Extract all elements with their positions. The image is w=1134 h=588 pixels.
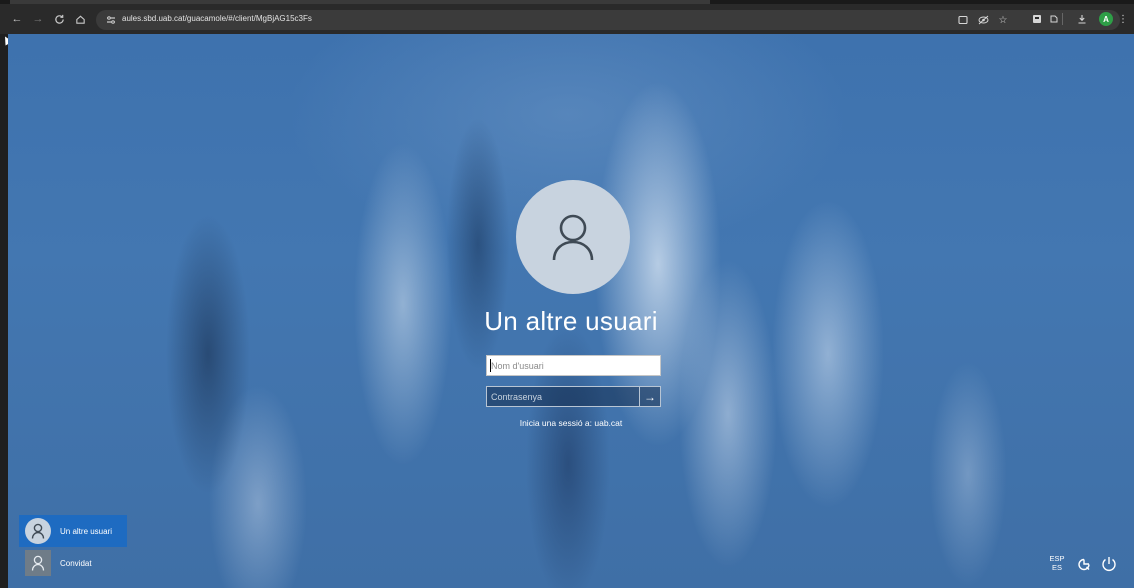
toolbar-divider [1062,13,1063,25]
sidebar-icon[interactable] [1047,12,1061,26]
active-tab[interactable] [10,0,710,4]
tune-icon[interactable] [104,13,118,27]
user-icon [25,518,51,544]
kebab-menu-icon[interactable]: ⋮ [1118,12,1128,26]
eye-off-icon[interactable] [976,13,990,27]
arrow-right-icon: → [644,389,656,404]
forward-icon[interactable]: → [31,12,45,26]
browser-toolbar: ← → aules.sbd.uab.cat/guacamole/#/client… [0,0,1134,34]
power-icon[interactable] [1099,554,1119,574]
guest-icon [25,550,51,576]
user-silhouette-icon [552,214,594,261]
star-icon[interactable]: ☆ [996,13,1010,27]
profile-avatar[interactable]: A [1099,12,1113,26]
submit-button[interactable]: → [640,386,661,407]
login-title: Un altre usuari [484,306,658,336]
user-avatar [516,180,630,294]
user-item-other[interactable]: Un altre usuari [19,515,127,547]
language-indicator[interactable]: ESP ES [1046,554,1068,572]
language-code: ESP [1049,554,1065,563]
user-item-guest[interactable]: Convidat [19,547,127,579]
screencast-icon[interactable] [956,13,970,27]
extension-icon[interactable] [1030,12,1044,26]
user-item-label: Un altre usuari [60,526,113,536]
keyboard-layout: ES [1051,563,1062,572]
back-icon[interactable]: ← [10,12,24,26]
accessibility-icon[interactable] [1074,554,1094,574]
screen: ← → aules.sbd.uab.cat/guacamole/#/client… [0,0,1134,588]
password-input[interactable] [486,386,640,407]
sign-in-domain-hint: Inicia una sessió a: uab.cat [519,418,623,428]
home-icon[interactable] [73,12,87,26]
reload-icon[interactable] [52,12,66,26]
download-icon[interactable] [1075,12,1089,26]
username-input[interactable] [486,355,661,376]
address-bar[interactable]: aules.sbd.uab.cat/guacamole/#/client/MgB… [96,10,1120,30]
remote-desktop: Un altre usuari → Inicia una sessió a: u… [8,34,1134,588]
tab-strip [0,0,1134,4]
user-item-label: Convidat [60,558,92,568]
url-text[interactable]: aules.sbd.uab.cat/guacamole/#/client/MgB… [122,14,312,23]
text-caret [490,359,491,372]
